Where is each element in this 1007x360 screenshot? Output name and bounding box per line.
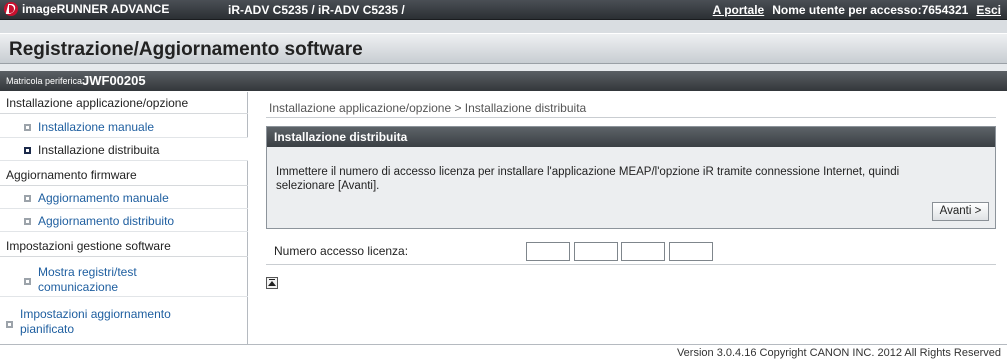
sidebar-item-distributed-update[interactable]: Aggiornamento distribuito (0, 209, 248, 232)
bullet-square-icon (24, 147, 31, 154)
bullet-square-icon (6, 321, 13, 328)
logout-link[interactable]: Esci (976, 3, 1001, 17)
back-to-top-icon[interactable] (266, 277, 278, 289)
bullet-square-icon (24, 195, 31, 202)
license-field-2[interactable] (574, 242, 618, 261)
bullet-square-icon (24, 218, 31, 225)
canon-logo-icon (4, 2, 18, 16)
sidebar-item-label-line1: Mostra registri/test (38, 265, 137, 279)
title-gap (0, 64, 1007, 71)
sidebar-section-app-install: Installazione applicazione/opzione (0, 92, 248, 114)
sidebar-item-manual-install[interactable]: Installazione manuale (0, 115, 248, 138)
sidebar-item-label-line1: Impostazioni aggiornamento (20, 307, 171, 321)
top-bar: imageRUNNER ADVANCE iR-ADV C5235 / iR-AD… (0, 0, 1007, 20)
brand: imageRUNNER ADVANCE (4, 2, 169, 16)
panel-text-line2: selezionare [Avanti]. (276, 180, 380, 192)
sidebar-item-scheduled-settings[interactable]: Impostazioni aggiornamento pianificato (0, 299, 248, 344)
sidebar-item-distributed-install[interactable]: Installazione distribuita (0, 138, 248, 161)
breadcrumb: Installazione applicazione/opzione > Ins… (269, 101, 587, 115)
sidebar-item-label: Installazione manuale (38, 120, 155, 134)
bullet-square-icon (24, 124, 31, 131)
copyright-text: Version 3.0.4.16 Copyright CANON INC. 20… (676, 347, 1001, 359)
next-button[interactable]: Avanti > (932, 202, 989, 221)
sidebar-item-manual-update[interactable]: Aggiornamento manuale (0, 186, 248, 209)
serial-band: Matricola periferica: JWF00205 (0, 71, 1007, 91)
footer: Version 3.0.4.16 Copyright CANON INC. 20… (0, 344, 1007, 360)
title-band: Registrazione/Aggiornamento software (0, 33, 1007, 64)
sidebar-section-software-mgmt: Impostazioni gestione software (0, 232, 248, 257)
panel-title: Installazione distribuita (267, 127, 995, 147)
distributed-install-panel: Installazione distribuita Immettere il n… (266, 126, 996, 229)
sidebar-item-label: Aggiornamento distribuito (38, 214, 175, 228)
sidebar-item-label-line2: pianificato (20, 322, 75, 336)
user-info: Nome utente per accesso:7654321 (772, 3, 969, 17)
sidebar: Installazione applicazione/opzione Insta… (0, 92, 248, 344)
page-title: Registrazione/Aggiornamento software (9, 39, 363, 60)
sidebar-item-label: Installazione distribuita (38, 143, 160, 157)
license-number-label: Numero accesso licenza: (274, 244, 409, 258)
sidebar-item-label-line2: comunicazione (38, 280, 119, 294)
panel-text-line1: Immettere il numero di accesso licenza p… (276, 166, 900, 178)
bullet-square-icon (24, 278, 31, 285)
serial-label: Matricola periferica: (6, 76, 85, 86)
device-model: iR-ADV C5235 / iR-ADV C5235 / (228, 3, 405, 17)
license-field-3[interactable] (621, 242, 665, 261)
license-field-1[interactable] (526, 242, 570, 261)
top-bar-right: A portale Nome utente per accesso:765432… (713, 3, 1001, 17)
brand-name: imageRUNNER ADVANCE (22, 2, 170, 16)
sidebar-item-label: Aggiornamento manuale (38, 191, 169, 205)
breadcrumb-divider (266, 117, 996, 118)
serial-value: JWF00205 (82, 73, 146, 88)
header-gap (0, 20, 1007, 33)
sidebar-item-logs[interactable]: Mostra registri/test comunicazione (0, 257, 248, 297)
sidebar-section-firmware: Aggiornamento firmware (0, 161, 248, 186)
portal-link[interactable]: A portale (713, 3, 765, 17)
panel-description: Immettere il numero di accesso licenza p… (276, 165, 976, 193)
license-field-4[interactable] (669, 242, 713, 261)
